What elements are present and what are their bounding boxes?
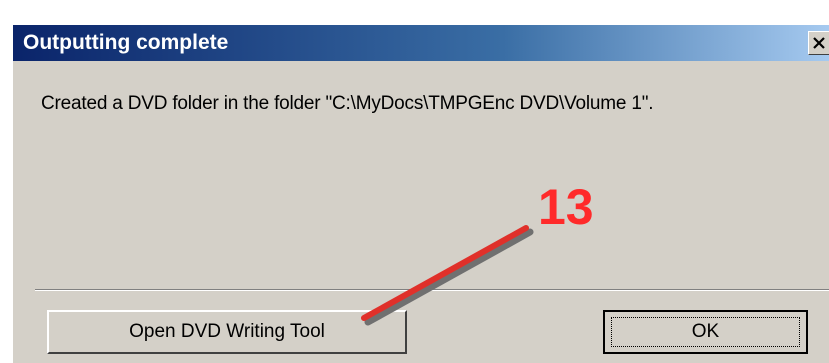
annotation-line-shadow bbox=[364, 228, 534, 326]
annotation-arrow bbox=[361, 225, 534, 326]
annotation-number: 13 bbox=[538, 179, 594, 235]
annotation-line bbox=[361, 225, 529, 321]
